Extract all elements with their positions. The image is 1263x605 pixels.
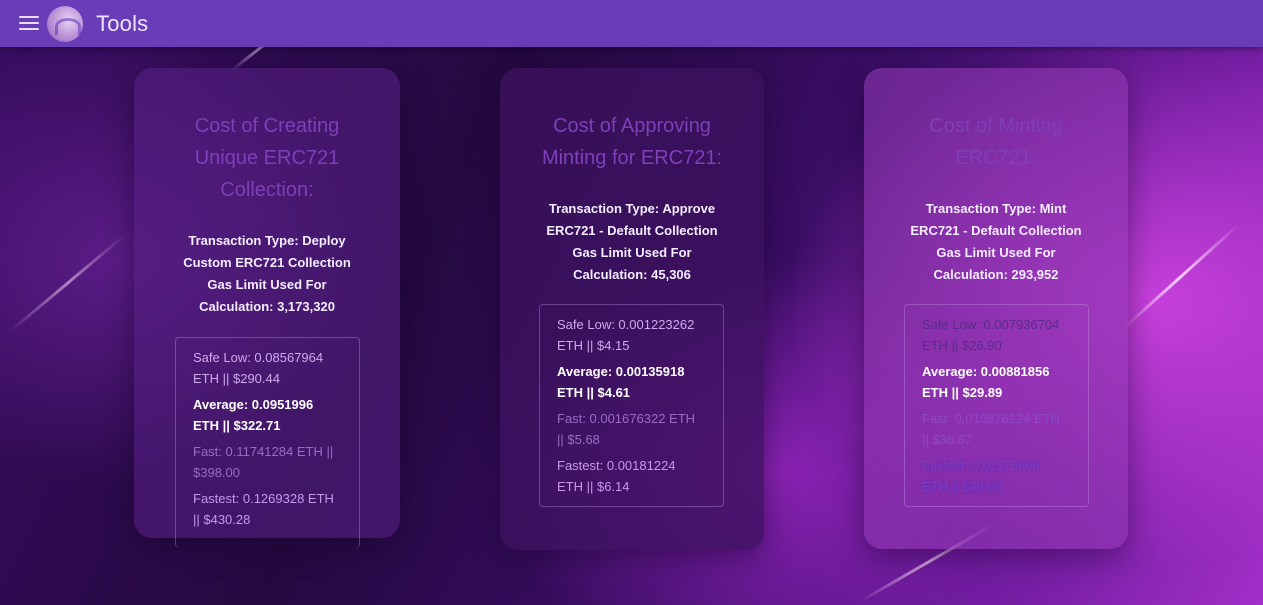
cost-card-approve-minting: Cost of Approving Minting for ERC721: Tr… [500, 68, 764, 550]
gas-prices-box: Safe Low: 0.001223262 ETH || $4.15 Averag… [539, 304, 724, 507]
transaction-info: Transaction Type: Deploy Custom ERC721 C… [183, 233, 351, 314]
gas-prices-box: Safe Low: 0.007936704 ETH || $26.90 Avera… [904, 304, 1089, 507]
gas-prices-box: Safe Low: 0.08567964 ETH || $290.44 Avera… [175, 337, 360, 548]
fastest-price: Fastest: 0.00181224 ETH || $6.14 [557, 458, 676, 494]
transaction-info: Transaction Type: Approve ERC721 - Defau… [546, 201, 718, 282]
fastest-price: Fastest: 0.1269328 ETH || $430.28 [193, 491, 334, 527]
menu-icon[interactable] [19, 15, 41, 32]
safe-low-price: Safe Low: 0.08567964 ETH || $290.44 [193, 350, 324, 386]
cost-card-create-collection: Cost of Creating Unique ERC721 Collectio… [134, 68, 400, 548]
average-price: Average: 0.00135918 ETH || $4.61 [557, 364, 685, 400]
transaction-info: Transaction Type: Mint ERC721 - Default … [910, 201, 1082, 282]
average-price: Average: 0.00881856 ETH || $29.89 [922, 364, 1050, 400]
fast-price: Fast: 0.010876224 ETH || $36.87 [922, 411, 1061, 447]
fastest-price: Fastest: 0.01175808 ETH || $39.86 [922, 458, 1040, 494]
app-title: Tools [96, 10, 149, 36]
cost-card-mint: Cost of Minting ERC721: Transaction Type… [864, 68, 1128, 549]
top-app-bar: Tools [0, 0, 1263, 47]
average-price: Average: 0.0951996 ETH || $322.71 [193, 397, 314, 433]
card-title: Cost of Creating Unique ERC721 Collectio… [194, 115, 340, 201]
app-logo[interactable] [47, 5, 83, 42]
safe-low-price: Safe Low: 0.001223262 ETH || $4.15 [557, 317, 695, 353]
safe-low-price: Safe Low: 0.007936704 ETH || $26.90 [922, 317, 1060, 353]
card-title: Cost of Approving Minting for ERC721: [541, 115, 723, 169]
fast-price: Fast: 0.001676322 ETH || $5.68 [557, 411, 696, 447]
card-title: Cost of Minting ERC721: [929, 115, 1063, 169]
fast-price: Fast: 0.11741284 ETH || $398.00 [193, 444, 334, 480]
